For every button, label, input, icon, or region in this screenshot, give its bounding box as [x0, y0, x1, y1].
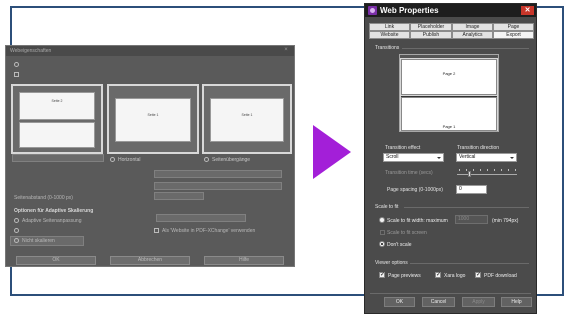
tab-placeholder[interactable]: Placeholder [410, 23, 452, 31]
ok-button[interactable]: OK [384, 297, 415, 307]
page-previews-label: Page previews [388, 273, 421, 279]
slider-tick [480, 169, 481, 171]
transition-effect-value: Scroll [386, 154, 399, 160]
tab-analytics[interactable]: Analytics [452, 31, 493, 39]
left-page-spacing-label: Seitenabstand (0-1000 px) [14, 195, 73, 201]
slider-tick [515, 169, 516, 171]
chevron-down-icon [437, 157, 441, 159]
slider-thumb[interactable] [468, 171, 471, 177]
left-dialog-title-text: Webeigenschaften [10, 48, 52, 54]
page-previews-checkbox[interactable]: ✓ [379, 272, 385, 278]
scale-section-label: Scale to fit [375, 204, 399, 210]
scale-max-input[interactable]: 1000 [455, 215, 488, 224]
footer-divider [370, 293, 531, 294]
left-dialog: Webeigenschaften × Seite 2 Seite 1 Seite… [5, 45, 295, 267]
left-page-spacing-input[interactable] [154, 192, 204, 200]
left-adaptive-option[interactable]: Adaptive Seitenanpassung [14, 218, 82, 224]
transition-effect-select[interactable]: Scroll [383, 153, 444, 162]
slider-tick [487, 169, 488, 171]
slider-tick [459, 169, 460, 171]
left-do-not-scale[interactable]: Nicht skalieren [14, 238, 55, 244]
left-view-transitions[interactable]: Seitenübergänge [204, 157, 250, 163]
transition-time-label: Transition time (secs) [385, 170, 433, 176]
left-cancel-button[interactable]: Abbrechen [110, 256, 190, 265]
left-thumb-vertical[interactable]: Seite 2 [11, 84, 103, 154]
slider-tick [508, 169, 509, 171]
apply-button[interactable]: Apply [462, 297, 495, 307]
left-ok-button[interactable]: OK [16, 256, 96, 265]
help-button[interactable]: Help [501, 297, 532, 307]
slider-tick [501, 169, 502, 171]
scale-min-note: (min 794px) [492, 218, 519, 224]
transition-time-slider[interactable] [457, 166, 517, 180]
title-bar: Web Properties ✕ [365, 4, 536, 17]
left-dialog-option-2[interactable] [14, 72, 22, 78]
scale-divider [404, 207, 529, 208]
transition-direction-label: Transition direction [457, 145, 500, 151]
scale-max-label: Scale to fit width: maximum [387, 218, 448, 224]
transition-preview: Page 2 Page 1 [399, 54, 499, 132]
left-view-vertical-box [12, 154, 104, 162]
transitions-section-label: Transitions [375, 45, 400, 51]
dialog-title: Web Properties [380, 6, 439, 15]
viewer-divider [410, 263, 529, 264]
page-spacing-label: Page spacing (0-1000px) [387, 187, 443, 193]
page-spacing-input[interactable]: 0 [456, 185, 487, 194]
transition-effect-label: Transition effect [385, 145, 421, 151]
scale-screen-label: Scale to fit screen [387, 230, 427, 236]
left-adaptive-option-2[interactable] [14, 228, 22, 234]
pdf-download-checkbox[interactable]: ✓ [475, 272, 481, 278]
slider-tick [466, 169, 467, 171]
tab-link[interactable]: Link [369, 23, 410, 31]
transition-direction-value: Vertical [459, 154, 476, 160]
transition-direction-select[interactable]: Vertical [456, 153, 517, 162]
scale-screen-checkbox[interactable] [380, 230, 385, 235]
chevron-down-icon [510, 157, 514, 159]
slider-tick [494, 169, 495, 171]
dont-scale-label: Don't scale [387, 242, 412, 248]
slider-tick [473, 169, 474, 171]
left-dialog-close-icon[interactable]: × [281, 47, 291, 54]
preview-top-bar [400, 55, 498, 58]
preview-page-top: Page 2 [401, 59, 497, 95]
left-thumb-label: Seite 2 [51, 99, 63, 103]
left-help-button[interactable]: Hilfe [204, 256, 284, 265]
preview-page-bottom: Page 1 [401, 97, 497, 131]
xara-logo-checkbox[interactable]: ✓ [435, 272, 441, 278]
xara-logo-label: Xara logo [444, 273, 466, 279]
left-adaptive-input[interactable] [156, 214, 246, 222]
left-field-1[interactable] [154, 170, 282, 178]
app-icon [368, 6, 377, 15]
left-field-2[interactable] [154, 182, 282, 190]
tab-image[interactable]: Image [452, 23, 493, 31]
left-thumb-horizontal[interactable]: Seite 1 [107, 84, 199, 154]
tab-publish[interactable]: Publish [410, 31, 452, 39]
preview-page-bottom-label: Page 1 [442, 124, 456, 129]
preview-page-top-label: Page 2 [442, 71, 456, 76]
left-link-check[interactable]: Als 'Website in PDF-XChange' verwenden [154, 228, 255, 234]
close-button[interactable]: ✕ [521, 6, 534, 15]
left-dialog-option-1[interactable] [14, 62, 22, 68]
left-dialog-title: Webeigenschaften [6, 46, 294, 56]
scale-max-radio[interactable] [379, 217, 385, 223]
slider-track [457, 174, 517, 175]
tab-website[interactable]: Website [369, 31, 410, 39]
left-view-horizontal[interactable]: Horizontal [110, 157, 141, 163]
transitions-divider [402, 48, 529, 49]
left-thumb-transitions[interactable]: Seite 1 [202, 84, 292, 154]
viewer-section-label: Viewer options [375, 260, 408, 266]
dont-scale-radio[interactable] [379, 241, 385, 247]
left-thumb-label: Seite 1 [147, 113, 159, 117]
left-adaptive-heading: Optionen für Adaptive Skalierung [14, 208, 94, 214]
tab-export[interactable]: Export [493, 31, 534, 39]
tab-page[interactable]: Page [493, 23, 534, 31]
left-thumb-label: Seite 1 [241, 113, 253, 117]
cancel-button[interactable]: Cancel [422, 297, 455, 307]
pdf-download-label: PDF download [484, 273, 517, 279]
arrow-right-icon [313, 125, 351, 179]
